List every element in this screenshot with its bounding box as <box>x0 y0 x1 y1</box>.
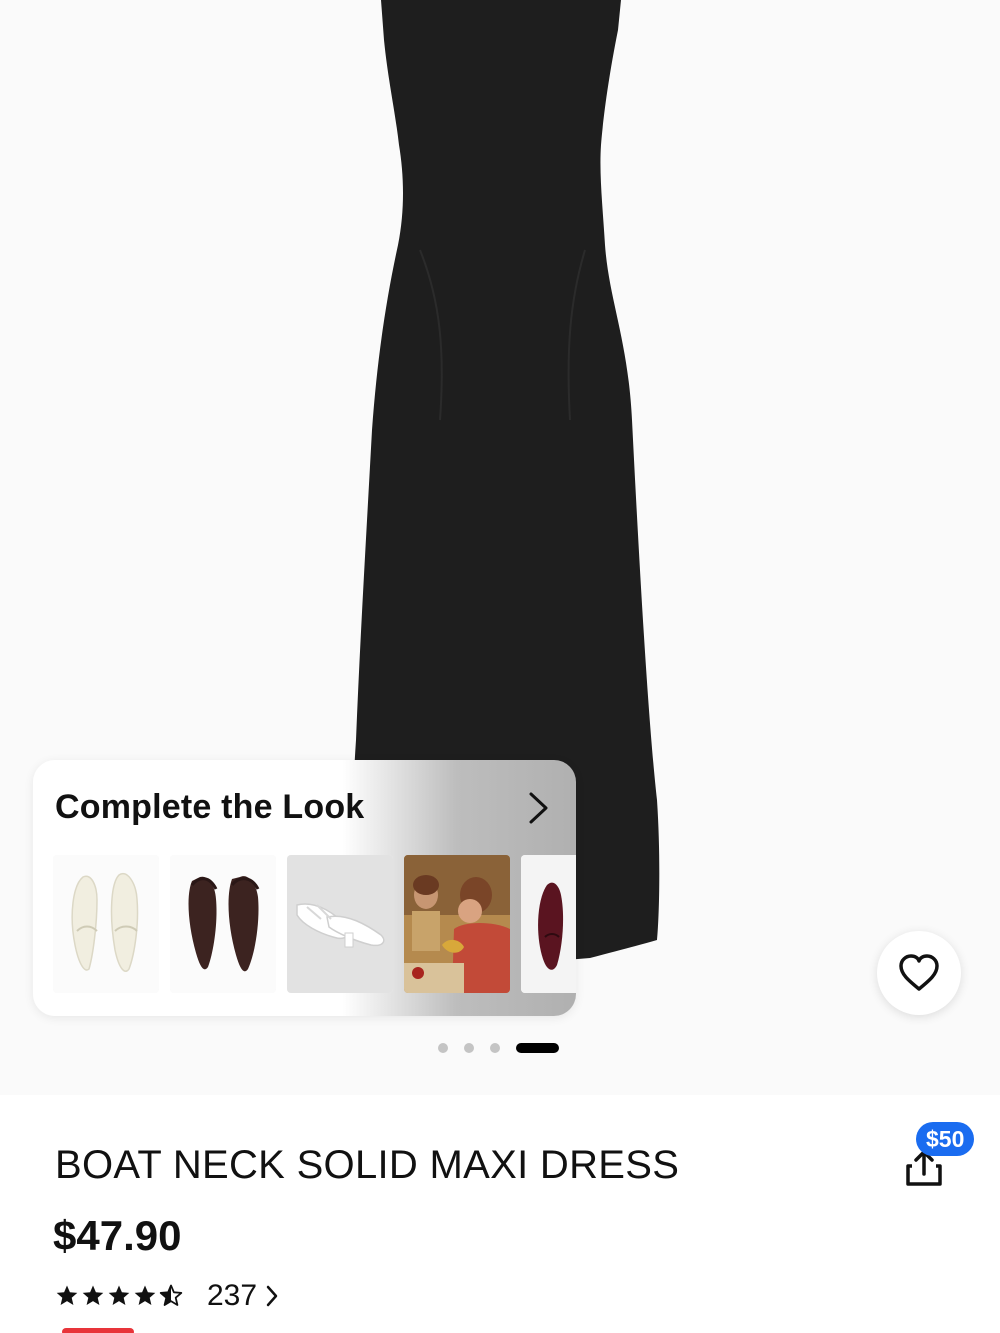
shoe-icon <box>53 855 159 993</box>
star-icon <box>134 1285 156 1305</box>
promo-tag-edge <box>62 1328 134 1333</box>
carousel-dot[interactable] <box>438 1043 448 1053</box>
complete-the-look-card[interactable]: Complete the Look <box>33 760 576 1016</box>
shoe-icon <box>521 855 576 993</box>
half-star-icon <box>159 1284 183 1306</box>
rating-row[interactable]: 237 <box>55 1278 279 1314</box>
photo-icon <box>404 855 510 993</box>
share-reward-badge: $50 <box>916 1122 975 1156</box>
star-icon <box>108 1285 130 1305</box>
product-price: $47.90 <box>53 1212 182 1259</box>
carousel-dot-active[interactable] <box>516 1043 559 1053</box>
star-icon <box>82 1285 104 1305</box>
chevron-right-icon[interactable] <box>523 790 553 826</box>
complete-the-look-thumbnails <box>53 855 576 995</box>
share-button[interactable]: $50 <box>898 1120 988 1190</box>
thumbnail-burgundy-ballet-flats[interactable] <box>521 855 576 993</box>
product-title: BOAT NECK SOLID MAXI DRESS <box>55 1143 680 1187</box>
complete-the-look-title: Complete the Look <box>55 788 365 826</box>
star-icon <box>56 1285 78 1305</box>
product-image-carousel[interactable]: Complete the Look <box>0 0 1000 1095</box>
heart-icon <box>899 954 939 991</box>
thumbnail-brown-pointed-slingbacks[interactable] <box>170 855 276 993</box>
carousel-dot[interactable] <box>464 1043 474 1053</box>
thumbnail-lifestyle-photo[interactable] <box>404 855 510 993</box>
carousel-dot[interactable] <box>490 1043 500 1053</box>
chevron-right-icon[interactable] <box>265 1284 279 1308</box>
favorite-button[interactable] <box>877 931 961 1015</box>
review-count[interactable]: 237 <box>207 1279 257 1313</box>
carousel-indicator <box>438 1043 559 1053</box>
thumbnail-cream-slingback-flats[interactable] <box>53 855 159 993</box>
shoe-icon <box>170 855 276 993</box>
rating-stars <box>55 1284 183 1308</box>
thumbnail-white-strappy-mules[interactable] <box>287 855 393 993</box>
shoe-icon <box>287 855 393 993</box>
